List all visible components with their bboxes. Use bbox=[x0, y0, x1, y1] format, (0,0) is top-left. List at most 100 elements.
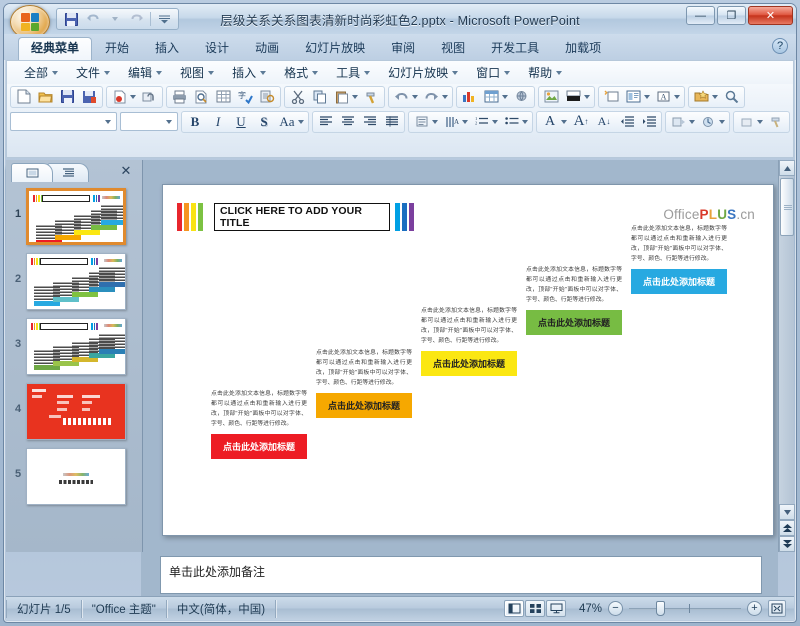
chevron-down-icon[interactable] bbox=[712, 94, 718, 99]
align-center-icon[interactable] bbox=[337, 112, 358, 131]
fit-to-window-icon[interactable] bbox=[768, 600, 786, 617]
step-2-body[interactable]: 点击此处添加文本信息，标题数字等都可以通过点击和重新输入进行更改，顶部"开始"面… bbox=[316, 349, 412, 389]
help-icon[interactable]: ? bbox=[772, 38, 788, 54]
step-5-body[interactable]: 点击此处添加文本信息，标题数字等都可以通过点击和重新输入进行更改，顶部"开始"面… bbox=[631, 225, 727, 265]
thumbnail-slide-4[interactable]: 4 bbox=[10, 383, 138, 440]
chevron-down-icon[interactable] bbox=[644, 94, 650, 99]
bulleted-list-icon[interactable] bbox=[501, 112, 522, 131]
format-painter-icon[interactable] bbox=[361, 87, 382, 106]
menu-file[interactable]: 文件 bbox=[67, 61, 119, 84]
theme-name[interactable]: "Office 主题" bbox=[82, 599, 167, 618]
scroll-up-button[interactable] bbox=[779, 160, 795, 176]
menu-slideshow[interactable]: 幻灯片放映 bbox=[379, 61, 467, 84]
save-as-icon[interactable] bbox=[79, 87, 100, 106]
slide-title-placeholder[interactable]: CLICK HERE TO ADD YOUR TITLE bbox=[214, 203, 390, 231]
undo-icon[interactable] bbox=[391, 87, 412, 106]
step-4-label[interactable]: 点击此处添加标题 bbox=[526, 309, 622, 335]
slide-sorter-icon[interactable] bbox=[525, 600, 545, 617]
tab-classic-menu[interactable]: 经典菜单 bbox=[18, 36, 93, 61]
research-icon[interactable] bbox=[257, 87, 278, 106]
print-icon[interactable] bbox=[169, 87, 190, 106]
thumbnail-slide-2[interactable]: 2 bbox=[10, 253, 138, 310]
zoom-slider[interactable] bbox=[629, 601, 741, 616]
chevron-down-icon[interactable] bbox=[352, 94, 358, 99]
step-3-body[interactable]: 点击此处添加文本信息，标题数字等都可以通过点击和重新输入进行更改，顶部"开始"面… bbox=[421, 307, 517, 347]
print-preview-pdf-icon[interactable] bbox=[109, 87, 130, 106]
new-slide-icon[interactable] bbox=[601, 87, 622, 106]
text-direction-icon[interactable]: A bbox=[441, 112, 462, 131]
close-button[interactable]: ✕ bbox=[748, 6, 793, 25]
redo-icon[interactable] bbox=[127, 10, 147, 28]
animation-icon[interactable] bbox=[668, 112, 689, 131]
notes-placeholder[interactable]: 单击此处添加备注 bbox=[160, 556, 762, 594]
attach-icon[interactable] bbox=[139, 87, 160, 106]
step-5[interactable]: 点击此处添加文本信息，标题数字等都可以通过点击和重新输入进行更改，顶部"开始"面… bbox=[631, 225, 727, 294]
step-3-label[interactable]: 点击此处添加标题 bbox=[421, 350, 517, 376]
language-indicator[interactable]: 中文(简体，中国) bbox=[167, 599, 277, 618]
customize-qat-icon[interactable] bbox=[154, 10, 174, 28]
chevron-down-icon[interactable] bbox=[492, 119, 498, 124]
chevron-down-icon[interactable] bbox=[689, 119, 695, 124]
current-slide[interactable]: CLICK HERE TO ADD YOUR TITLE OfficePLUS.… bbox=[162, 184, 774, 536]
new-document-icon[interactable] bbox=[13, 87, 34, 106]
text-box-icon[interactable]: A bbox=[653, 87, 674, 106]
step-5-label[interactable]: 点击此处添加标题 bbox=[631, 268, 727, 294]
slide-preview[interactable] bbox=[26, 253, 126, 310]
increase-indent-icon[interactable] bbox=[638, 112, 659, 131]
cut-icon[interactable] bbox=[287, 87, 308, 106]
step-1-label[interactable]: 点击此处添加标题 bbox=[211, 433, 307, 459]
thumbnail-slide-3[interactable]: 3 bbox=[10, 318, 138, 375]
tab-review[interactable]: 审阅 bbox=[378, 37, 428, 60]
menu-view[interactable]: 视图 bbox=[171, 61, 223, 84]
change-case-button[interactable]: Aa bbox=[276, 112, 298, 131]
close-pane-button[interactable]: ✕ bbox=[118, 163, 134, 178]
font-size-combo[interactable] bbox=[120, 112, 178, 131]
table-icon[interactable] bbox=[213, 87, 234, 106]
redo-icon[interactable] bbox=[421, 87, 442, 106]
chevron-down-icon[interactable] bbox=[412, 94, 418, 99]
chevron-down-icon[interactable] bbox=[462, 119, 468, 124]
bold-button[interactable]: B bbox=[184, 112, 206, 131]
thumbnail-slide-5[interactable]: 5 bbox=[10, 448, 138, 505]
chevron-down-icon[interactable] bbox=[130, 94, 136, 99]
undo-dropdown-icon[interactable] bbox=[105, 10, 125, 28]
chevron-down-icon[interactable] bbox=[561, 119, 567, 124]
maximize-button[interactable]: ❐ bbox=[717, 6, 746, 25]
step-4[interactable]: 点击此处添加文本信息，标题数字等都可以通过点击和重新输入进行更改，顶部"开始"面… bbox=[526, 266, 622, 335]
zoom-icon[interactable] bbox=[721, 87, 742, 106]
tab-home[interactable]: 开始 bbox=[92, 37, 142, 60]
shape-fill-icon[interactable] bbox=[736, 112, 757, 131]
paste-icon[interactable] bbox=[331, 87, 352, 106]
slide-preview[interactable] bbox=[26, 188, 126, 245]
chevron-down-icon[interactable] bbox=[522, 119, 528, 124]
normal-view-icon[interactable] bbox=[504, 600, 524, 617]
insert-picture-icon[interactable] bbox=[541, 87, 562, 106]
font-name-combo[interactable] bbox=[10, 112, 118, 131]
slide-preview[interactable] bbox=[26, 383, 126, 440]
chevron-down-icon[interactable] bbox=[757, 119, 763, 124]
menu-all[interactable]: 全部 bbox=[15, 61, 67, 84]
undo-icon[interactable] bbox=[83, 10, 103, 28]
tab-insert[interactable]: 插入 bbox=[142, 37, 192, 60]
insert-object-icon[interactable] bbox=[691, 87, 712, 106]
zoom-in-button[interactable]: + bbox=[747, 601, 762, 616]
underline-button[interactable]: U bbox=[230, 112, 252, 131]
chevron-down-icon[interactable] bbox=[674, 94, 680, 99]
tab-slideshow[interactable]: 幻灯片放映 bbox=[292, 37, 378, 60]
copy-icon[interactable] bbox=[309, 87, 330, 106]
zoom-slider-knob[interactable] bbox=[655, 601, 665, 616]
save-icon[interactable] bbox=[61, 10, 81, 28]
insert-table-icon[interactable] bbox=[481, 87, 502, 106]
chevron-down-icon[interactable] bbox=[432, 119, 438, 124]
menu-window[interactable]: 窗口 bbox=[467, 61, 519, 84]
chevron-down-icon[interactable] bbox=[298, 119, 304, 124]
tab-addins[interactable]: 加载项 bbox=[552, 37, 614, 60]
format-painter-2-icon[interactable] bbox=[766, 112, 787, 131]
step-4-body[interactable]: 点击此处添加文本信息，标题数字等都可以通过点击和重新输入进行更改，顶部"开始"面… bbox=[526, 266, 622, 306]
minimize-button[interactable]: — bbox=[686, 6, 715, 25]
save-icon[interactable] bbox=[57, 87, 78, 106]
italic-button[interactable]: I bbox=[207, 112, 229, 131]
open-folder-icon[interactable] bbox=[35, 87, 56, 106]
tab-view[interactable]: 视图 bbox=[428, 37, 478, 60]
scroll-down-button[interactable] bbox=[779, 504, 795, 520]
